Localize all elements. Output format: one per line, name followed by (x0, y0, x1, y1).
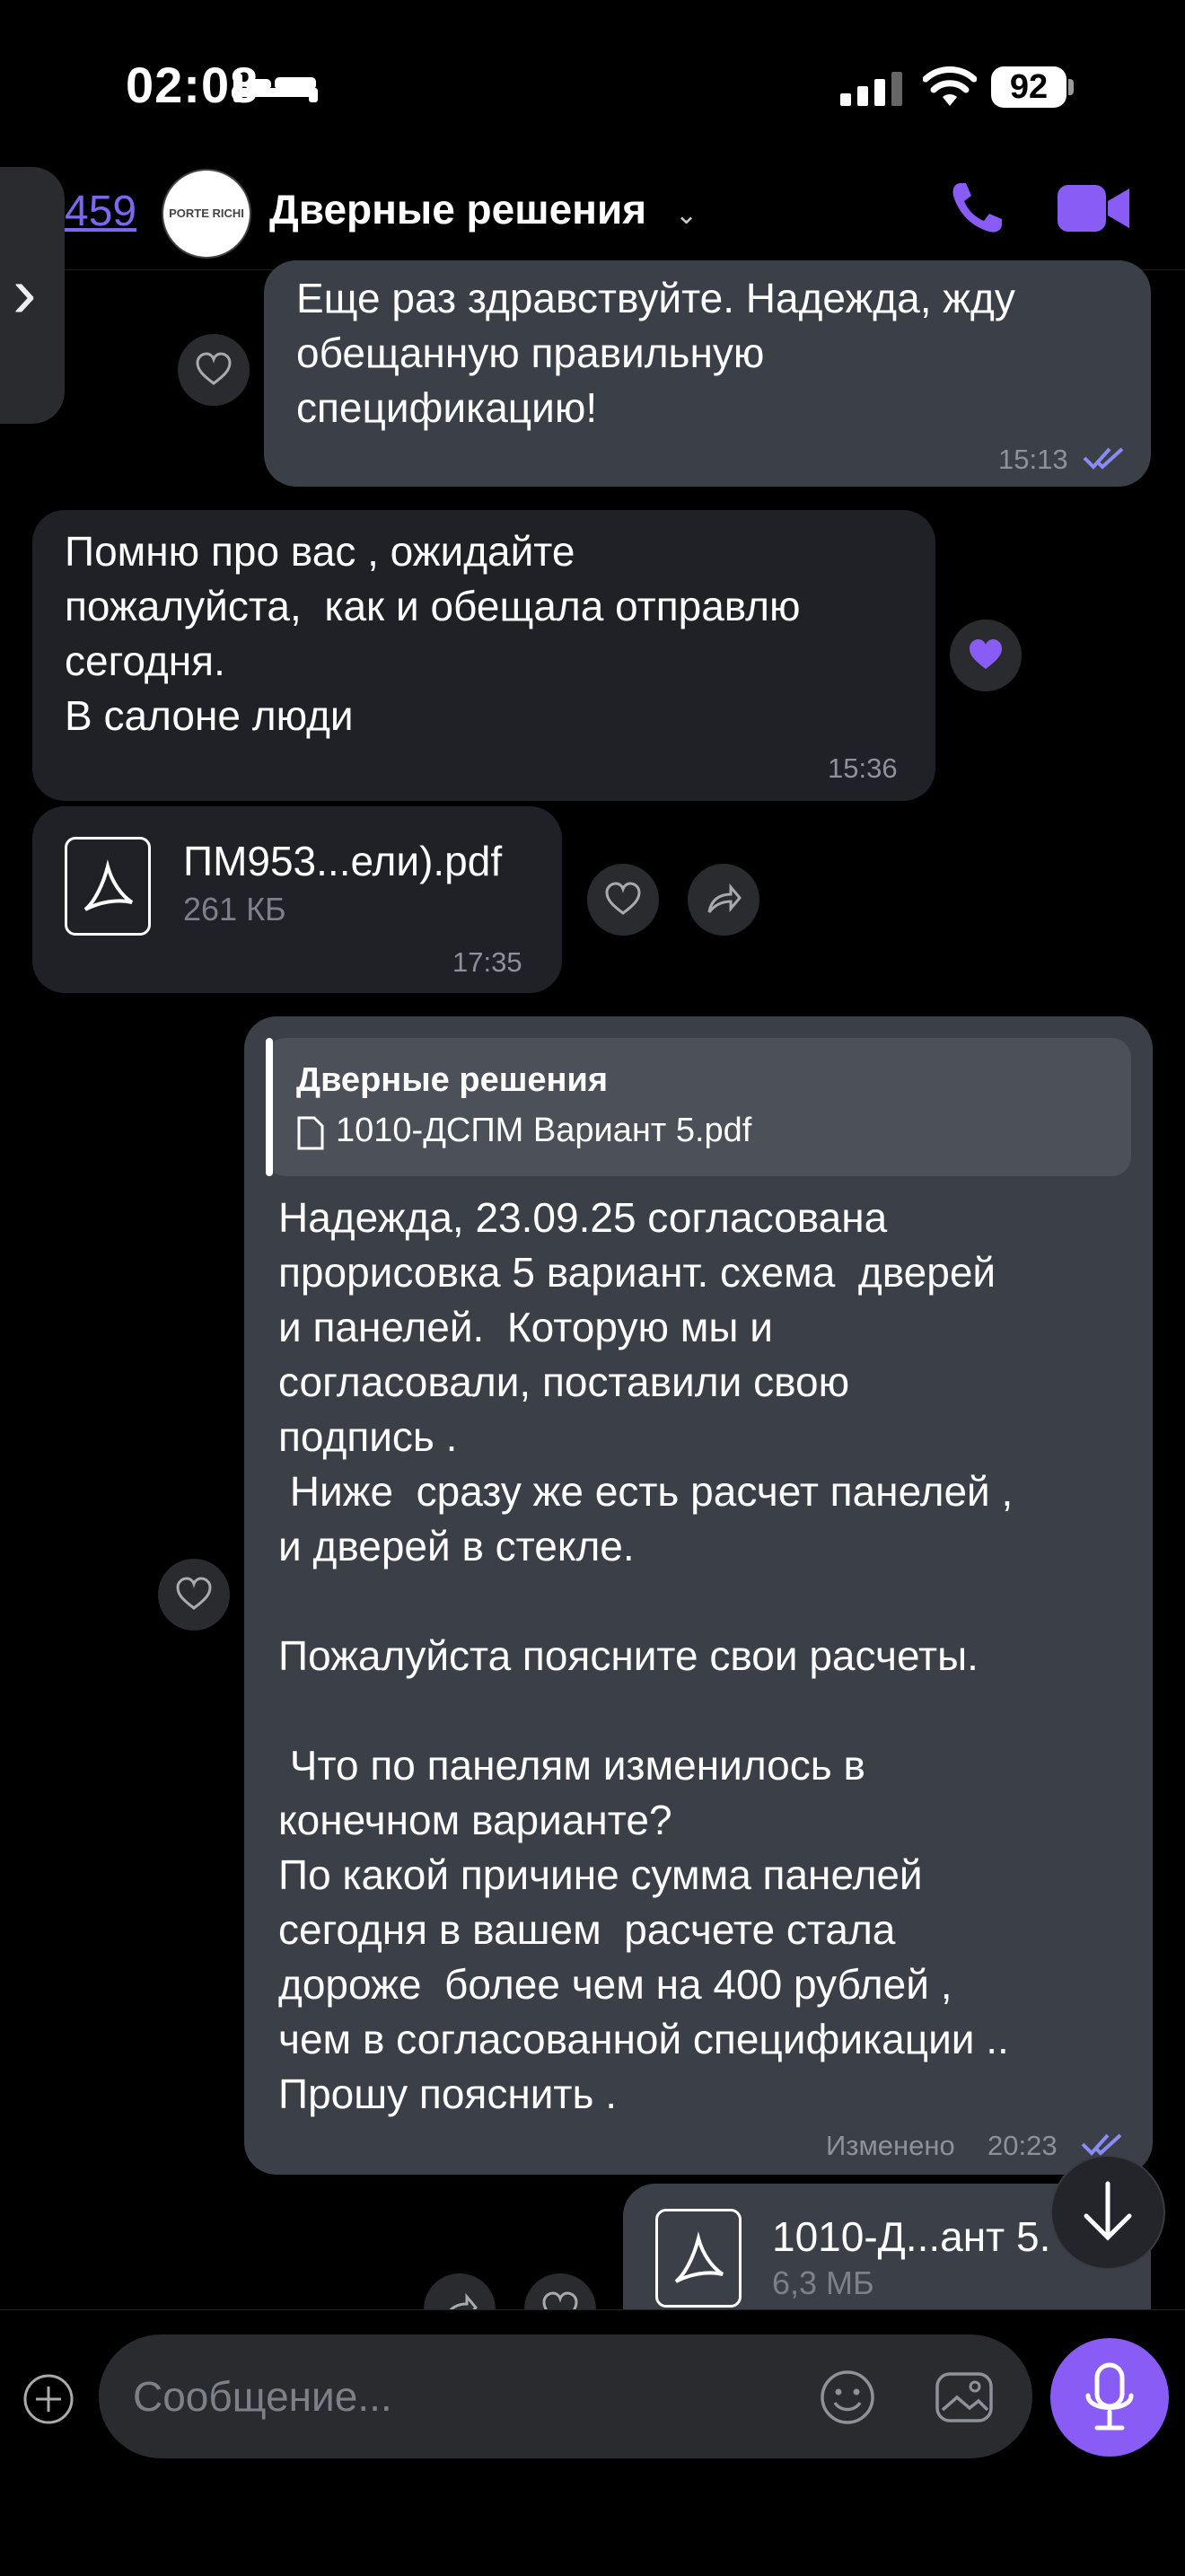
heart-outline-icon (176, 1577, 212, 1610)
add-attachment-icon[interactable] (22, 2372, 75, 2426)
heart-outline-icon (605, 882, 641, 915)
chat-title[interactable]: Дверные решения (269, 185, 646, 233)
scroll-to-bottom-button[interactable] (1050, 2155, 1165, 2270)
forward-button[interactable] (688, 864, 759, 936)
like-reaction-button[interactable] (587, 864, 659, 936)
reply-preview[interactable] (266, 1038, 1131, 1176)
reply-file-name: 1010-ДСПМ Вариант 5.pdf (336, 1112, 752, 1149)
sleep-bed-icon (233, 74, 318, 102)
sticker-gallery-icon[interactable] (934, 2369, 995, 2426)
battery-tip (1068, 79, 1074, 95)
pdf-file-icon[interactable] (65, 837, 151, 936)
edited-label: Изменено (826, 2130, 955, 2161)
arrow-down-icon (1084, 2181, 1132, 2241)
cellular-signal-icon (840, 72, 902, 106)
message-text: Еще раз здравствуйте. Надежда, жду обеща… (296, 275, 1015, 431)
message-input-placeholder[interactable]: Сообщение... (133, 2372, 392, 2421)
back-unread-count[interactable]: 459 (65, 187, 136, 236)
file-name[interactable]: 1010-Д...ант 5. (772, 2212, 1050, 2261)
like-reaction-button[interactable] (524, 2273, 596, 2309)
emoji-icon[interactable] (819, 2369, 876, 2426)
document-icon (297, 1116, 324, 1150)
chevron-right-icon[interactable]: › (13, 251, 37, 334)
file-size: 6,3 МБ (772, 2264, 874, 2301)
message-time: 20:23 (988, 2130, 1058, 2161)
liked-reaction-button[interactable] (950, 620, 1022, 691)
heart-filled-icon (970, 639, 1002, 669)
like-reaction-button[interactable] (158, 1559, 230, 1631)
avatar[interactable]: PORTE RICHI (162, 169, 251, 259)
chevron-down-icon[interactable]: ⌄ (675, 199, 698, 231)
file-name[interactable]: ПМ953...ели).pdf (183, 837, 502, 885)
phone-call-icon[interactable] (948, 180, 1005, 237)
double-check-icon (1081, 2133, 1122, 2156)
message-time: 15:36 (828, 752, 898, 784)
wifi-icon (923, 66, 977, 106)
forward-arrow-icon (449, 2292, 478, 2309)
heart-outline-icon (196, 352, 232, 385)
reply-author: Дверные решения (296, 1061, 609, 1099)
like-reaction-button[interactable] (178, 334, 250, 406)
forward-arrow-icon (707, 883, 742, 913)
message-text: Помню про вас , ожидайте пожалуйста, как… (65, 528, 801, 739)
microphone-icon (1085, 2362, 1134, 2431)
reply-accent-bar (266, 1038, 273, 1176)
message-clip: 1010-Д...ант 5. 6,3 МБ (0, 2173, 1185, 2309)
forward-button[interactable] (424, 2273, 496, 2309)
message-time: 15:13 (998, 444, 1068, 475)
battery-level: 92 (991, 66, 1066, 108)
video-call-icon[interactable] (1056, 181, 1131, 235)
heart-outline-icon (542, 2291, 578, 2309)
pdf-file-icon[interactable] (655, 2209, 742, 2308)
message-time: 17:35 (452, 946, 522, 978)
message-text: Надежда, 23.09.25 согласована прорисовка… (278, 1194, 1014, 2117)
voice-message-button[interactable] (1050, 2338, 1169, 2457)
double-check-icon (1083, 447, 1124, 470)
file-size: 261 КБ (183, 891, 286, 928)
